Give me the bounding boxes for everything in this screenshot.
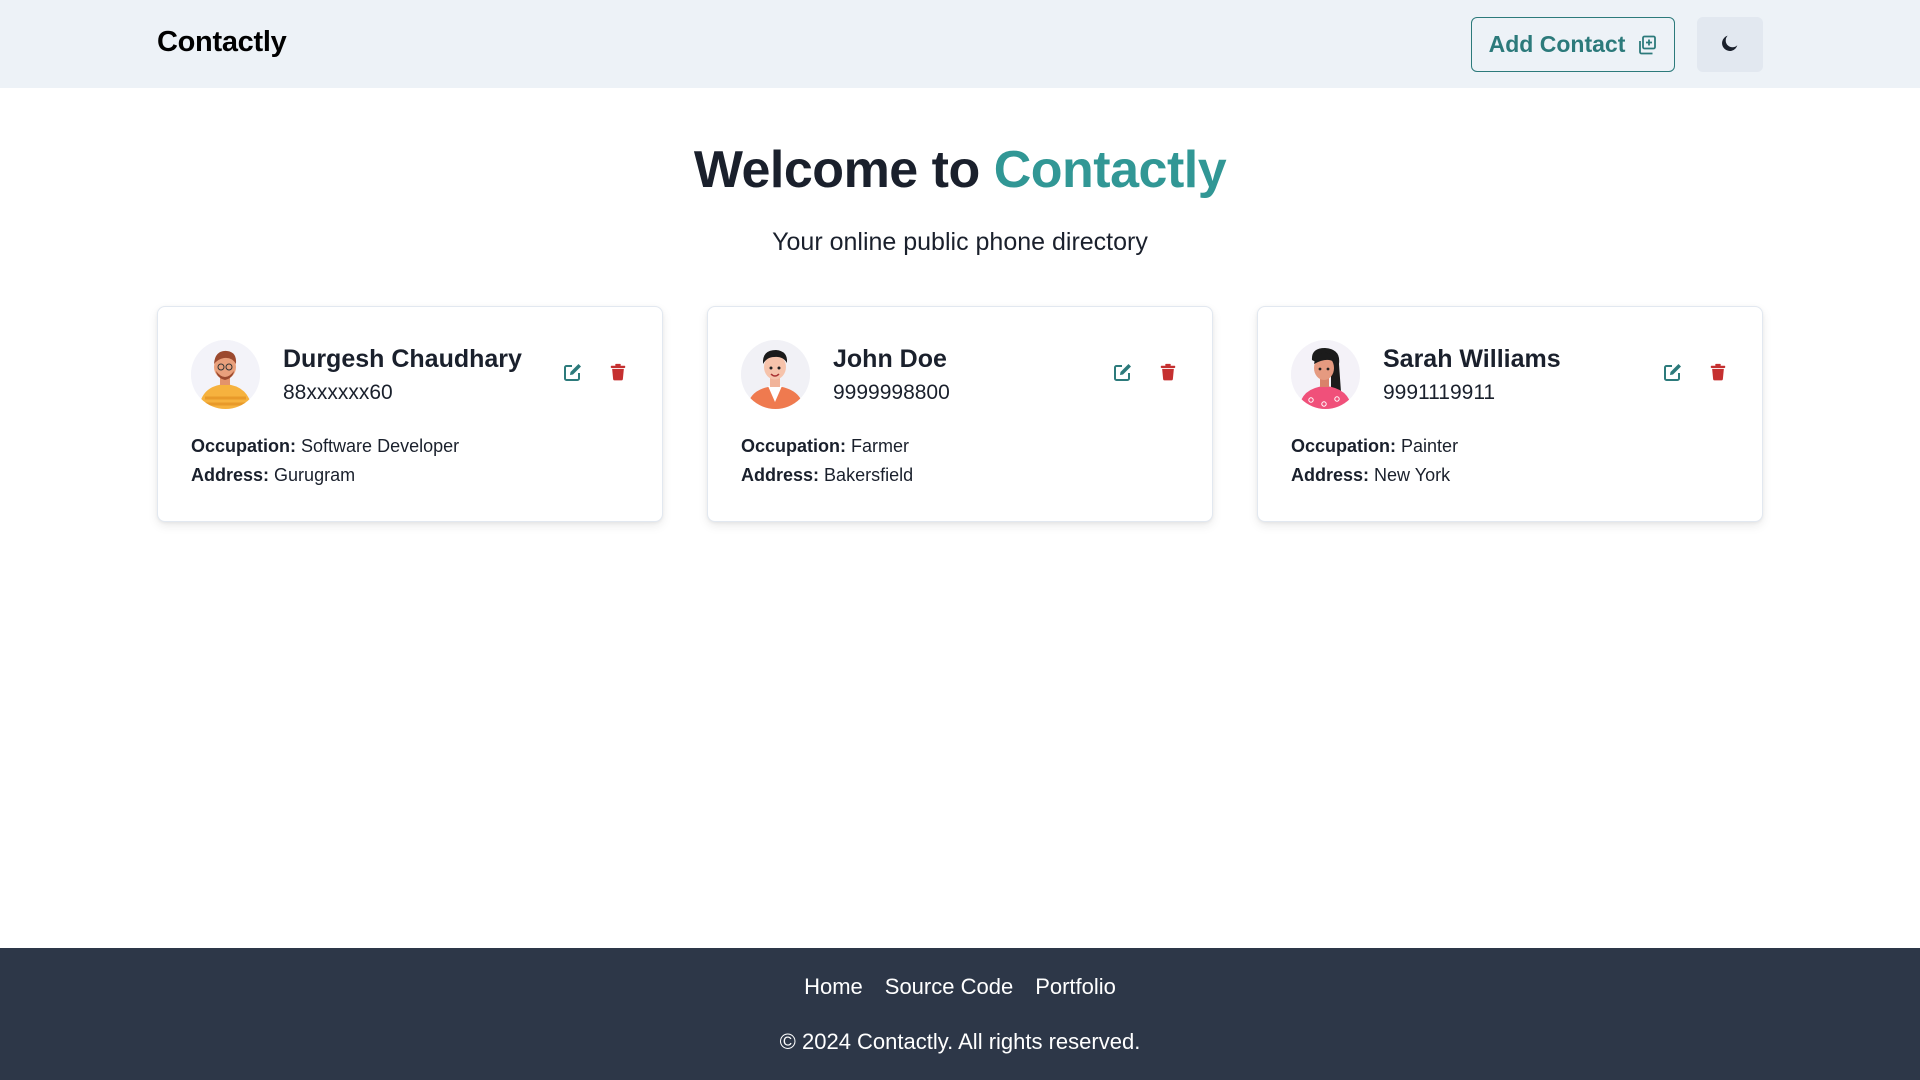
address-value: Bakersfield <box>824 465 914 485</box>
address-label: Address: <box>741 465 820 485</box>
contact-name: Durgesh Chaudhary <box>283 345 522 373</box>
contact-card: Sarah Williams 9991119911 Occupation: Pa… <box>1257 306 1763 522</box>
delete-button[interactable] <box>1155 361 1181 387</box>
contact-phone: 9991119911 <box>1383 381 1496 404</box>
contact-occupation: Occupation: Painter <box>1291 436 1458 457</box>
hero-title-prefix: Welcome to <box>693 141 980 199</box>
copyright-text: © 2024 Contactly. All rights reserved. <box>779 1029 1141 1054</box>
contact-card: Durgesh Chaudhary 88xxxxxx60 Occupation:… <box>157 306 663 522</box>
footer-link-source-code[interactable]: Source Code <box>885 974 1013 1000</box>
address-label: Address: <box>191 465 270 485</box>
contact-address: Address: New York <box>1291 465 1450 486</box>
contact-card: John Doe 9999998800 Occupation: Farmer A… <box>707 306 1213 522</box>
footer-nav: Home Source Code Portfolio <box>0 974 1920 1000</box>
hero-title-accent: Contactly <box>993 141 1227 199</box>
occupation-value: Software Developer <box>301 436 460 456</box>
contact-address: Address: Bakersfield <box>741 465 913 486</box>
contact-phone: 88xxxxxx60 <box>283 381 393 404</box>
theme-toggle-button[interactable] <box>1697 17 1763 72</box>
occupation-label: Occupation: <box>1291 436 1397 456</box>
edit-button[interactable] <box>560 361 586 387</box>
navbar: Contactly Add Contact <box>0 0 1920 88</box>
footer-link-portfolio[interactable]: Portfolio <box>1035 974 1116 1000</box>
hero-subtitle: Your online public phone directory <box>772 228 1148 256</box>
address-value: New York <box>1374 465 1451 485</box>
trash-icon <box>1159 362 1177 387</box>
avatar-man-icon <box>741 340 810 409</box>
edit-button[interactable] <box>1660 361 1686 387</box>
add-contact-icon <box>1637 35 1657 55</box>
contact-name: Sarah Williams <box>1383 345 1561 373</box>
add-contact-label: Add Contact <box>1488 31 1626 57</box>
occupation-value: Painter <box>1401 436 1459 456</box>
delete-button[interactable] <box>1705 361 1731 387</box>
hero-title: Welcome to Contactly <box>0 140 1920 200</box>
delete-button[interactable] <box>605 361 631 387</box>
contact-occupation: Occupation: Farmer <box>741 436 909 457</box>
edit-button[interactable] <box>1110 361 1136 387</box>
trash-icon <box>1709 362 1727 387</box>
contact-address: Address: Gurugram <box>191 465 355 486</box>
address-value: Gurugram <box>274 465 356 485</box>
address-label: Address: <box>1291 465 1370 485</box>
moon-icon <box>1719 32 1741 57</box>
footer: Home Source Code Portfolio © 2024 Contac… <box>0 948 1920 1080</box>
avatar-woman-icon <box>1291 340 1360 409</box>
occupation-value: Farmer <box>851 436 910 456</box>
avatar-man-beard-icon <box>191 340 260 409</box>
edit-icon <box>1663 362 1683 387</box>
occupation-label: Occupation: <box>741 436 847 456</box>
contact-name: John Doe <box>833 345 947 373</box>
trash-icon <box>609 362 627 387</box>
edit-icon <box>1113 362 1133 387</box>
edit-icon <box>563 362 583 387</box>
brand-logo[interactable]: Contactly <box>157 26 287 59</box>
contact-occupation: Occupation: Software Developer <box>191 436 459 457</box>
contact-phone: 9999998800 <box>833 381 950 404</box>
occupation-label: Occupation: <box>191 436 297 456</box>
footer-link-home[interactable]: Home <box>804 974 863 1000</box>
add-contact-button[interactable]: Add Contact <box>1471 17 1675 72</box>
